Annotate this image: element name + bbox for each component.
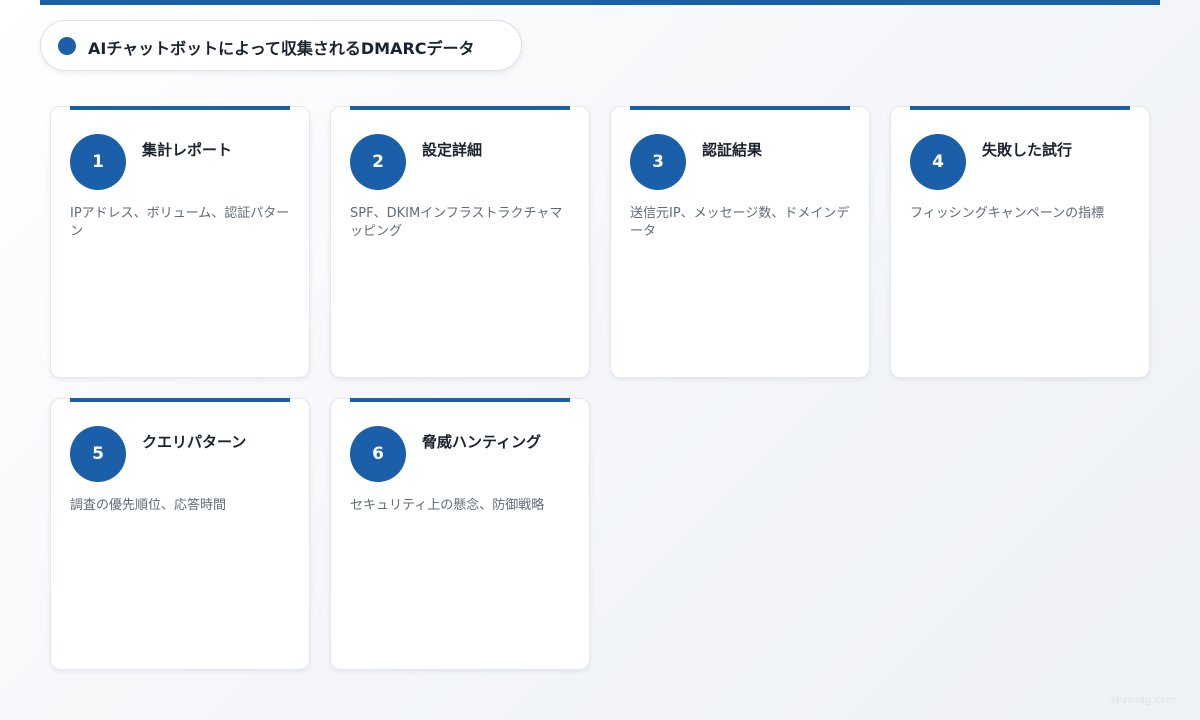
data-card-1: 1 集計レポート IPアドレス、ボリューム、認証パターン <box>50 106 310 378</box>
data-card-2: 2 設定詳細 SPF、DKIMインフラストラクチャマッピング <box>330 106 590 378</box>
card-accent-bar <box>70 106 290 110</box>
card-number-badge: 2 <box>350 134 406 190</box>
card-number-badge: 6 <box>350 426 406 482</box>
card-accent-bar <box>350 398 570 402</box>
header-dot-icon <box>58 37 76 55</box>
card-number-badge: 4 <box>910 134 966 190</box>
card-description: セキュリティ上の懸念、防御戦略 <box>350 498 545 513</box>
data-card-6: 6 脅威ハンティング セキュリティ上の懸念、防御戦略 <box>330 398 590 670</box>
card-title: クエリパターン <box>142 433 247 451</box>
top-accent-bar <box>40 0 1160 5</box>
page-header: AIチャットボットによって収集されるDMARCデータ <box>40 20 522 71</box>
card-title: 集計レポート <box>142 141 233 159</box>
data-card-3: 3 認証結果 送信元IP、メッセージ数、ドメインデータ <box>610 106 870 378</box>
card-accent-bar <box>630 106 850 110</box>
card-description: IPアドレス、ボリューム、認証パターン <box>70 206 290 239</box>
card-title: 失敗した試行 <box>982 141 1073 159</box>
card-number-badge: 5 <box>70 426 126 482</box>
card-number-badge: 3 <box>630 134 686 190</box>
card-accent-bar <box>350 106 570 110</box>
card-number-badge: 1 <box>70 134 126 190</box>
card-title: 設定詳細 <box>422 141 483 159</box>
card-description: SPF、DKIMインフラストラクチャマッピング <box>350 206 563 239</box>
card-title: 認証結果 <box>702 141 763 159</box>
card-title: 脅威ハンティング <box>422 433 542 451</box>
card-description: 送信元IP、メッセージ数、ドメインデータ <box>630 206 850 239</box>
watermark: skysnag.com <box>1110 695 1176 706</box>
card-description: フィッシングキャンペーンの指標 <box>910 206 1105 221</box>
data-card-5: 5 クエリパターン 調査の優先順位、応答時間 <box>50 398 310 670</box>
data-card-4: 4 失敗した試行 フィッシングキャンペーンの指標 <box>890 106 1150 378</box>
card-description: 調査の優先順位、応答時間 <box>70 498 227 513</box>
card-accent-bar <box>70 398 290 402</box>
page-title: AIチャットボットによって収集されるDMARCデータ <box>88 39 475 58</box>
card-accent-bar <box>910 106 1130 110</box>
